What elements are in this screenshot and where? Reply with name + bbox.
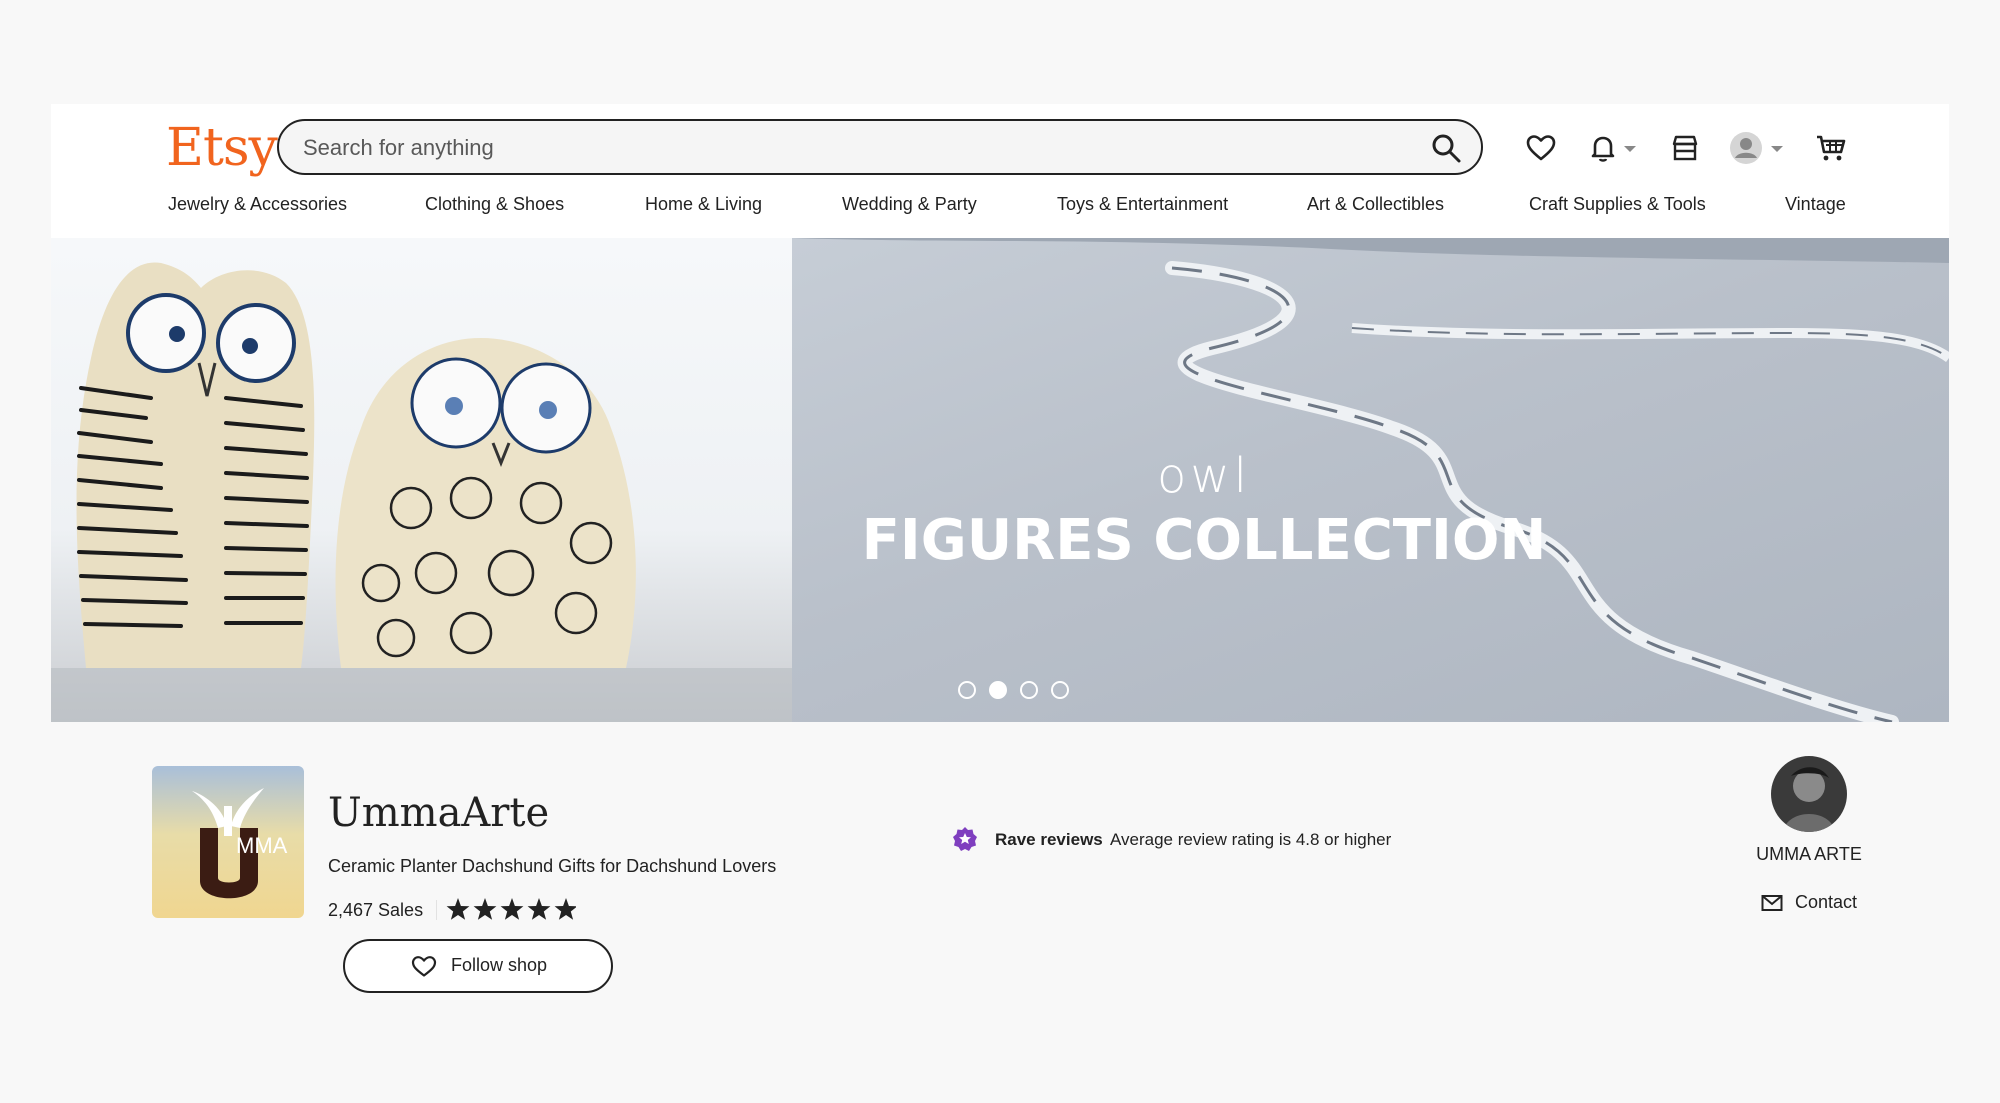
rave-reviews-description: Average review rating is 4.8 or higher xyxy=(1110,830,1392,849)
mail-icon xyxy=(1761,895,1783,911)
shop-logo-image: MMA xyxy=(152,766,304,918)
shop-tagline: Ceramic Planter Dachshund Gifts for Dach… xyxy=(328,856,777,876)
carousel-dot-1[interactable] xyxy=(958,681,976,699)
star-icon xyxy=(473,898,497,920)
rave-reviews-icon xyxy=(953,827,977,851)
star-icon xyxy=(527,898,551,920)
sales-count[interactable]: 2,467 Sales xyxy=(328,900,423,921)
shop-manager-icon[interactable] xyxy=(1669,132,1701,164)
nav-home-living[interactable]: Home & Living xyxy=(645,194,762,215)
owl-figures-image xyxy=(51,262,792,722)
category-nav: Jewelry & Accessories Clothing & Shoes H… xyxy=(51,194,1949,226)
shop-name: UmmaArte xyxy=(328,790,550,836)
cart-icon[interactable] xyxy=(1815,132,1847,164)
nav-vintage[interactable]: Vintage xyxy=(1785,194,1846,215)
account-avatar-icon[interactable] xyxy=(1729,131,1763,165)
shop-info: MMA UmmaArte Ceramic Planter Dachshund G… xyxy=(51,722,1949,964)
shop-banner: owl FIGURES COLLECTION xyxy=(51,238,1949,722)
star-icon xyxy=(446,898,470,920)
account-caret-icon[interactable] xyxy=(1771,146,1783,152)
carousel-dot-4[interactable] xyxy=(1051,681,1069,699)
notifications-caret-icon[interactable] xyxy=(1624,146,1636,152)
page-frame: Etsy Jewelry & Acce xyxy=(51,104,1949,964)
rating-stars[interactable] xyxy=(436,894,576,926)
nav-art-collectibles[interactable]: Art & Collectibles xyxy=(1307,194,1444,215)
shop-owner-avatar[interactable] xyxy=(1771,756,1847,832)
nav-wedding-party[interactable]: Wedding & Party xyxy=(842,194,977,215)
nav-toys-entertainment[interactable]: Toys & Entertainment xyxy=(1057,194,1228,215)
nav-jewelry-accessories[interactable]: Jewelry & Accessories xyxy=(168,194,347,215)
banner-owl-photo xyxy=(51,238,792,722)
banner-subtitle: owl xyxy=(1157,448,1251,504)
nav-craft-supplies-tools[interactable]: Craft Supplies & Tools xyxy=(1529,194,1706,215)
search-icon xyxy=(1432,134,1461,163)
follow-shop-button[interactable]: Follow shop xyxy=(343,939,613,993)
rave-reviews-title: Rave reviews xyxy=(995,830,1103,849)
owner-avatar-image xyxy=(1771,756,1847,832)
carousel-dot-2[interactable] xyxy=(989,681,1007,699)
contact-label: Contact xyxy=(1795,892,1858,912)
favorites-heart-icon[interactable] xyxy=(1525,132,1557,164)
etsy-logo[interactable]: Etsy xyxy=(166,118,278,178)
follow-shop-label: Follow shop xyxy=(451,955,548,975)
search-button[interactable] xyxy=(1429,131,1463,165)
notifications-bell-icon[interactable] xyxy=(1587,132,1619,164)
shop-logo-text: MMA xyxy=(236,833,288,858)
banner-title: FIGURES COLLECTION xyxy=(861,508,1547,573)
carousel-dot-3[interactable] xyxy=(1020,681,1038,699)
star-icon xyxy=(554,898,576,920)
nav-clothing-shoes[interactable]: Clothing & Shoes xyxy=(425,194,564,215)
heart-icon xyxy=(411,956,437,977)
search-input[interactable] xyxy=(301,121,1405,175)
shop-logo[interactable]: MMA xyxy=(152,766,304,918)
search-bar[interactable] xyxy=(277,119,1483,175)
shop-owner-name[interactable]: UMMA ARTE xyxy=(1691,844,1927,865)
star-icon xyxy=(500,898,524,920)
